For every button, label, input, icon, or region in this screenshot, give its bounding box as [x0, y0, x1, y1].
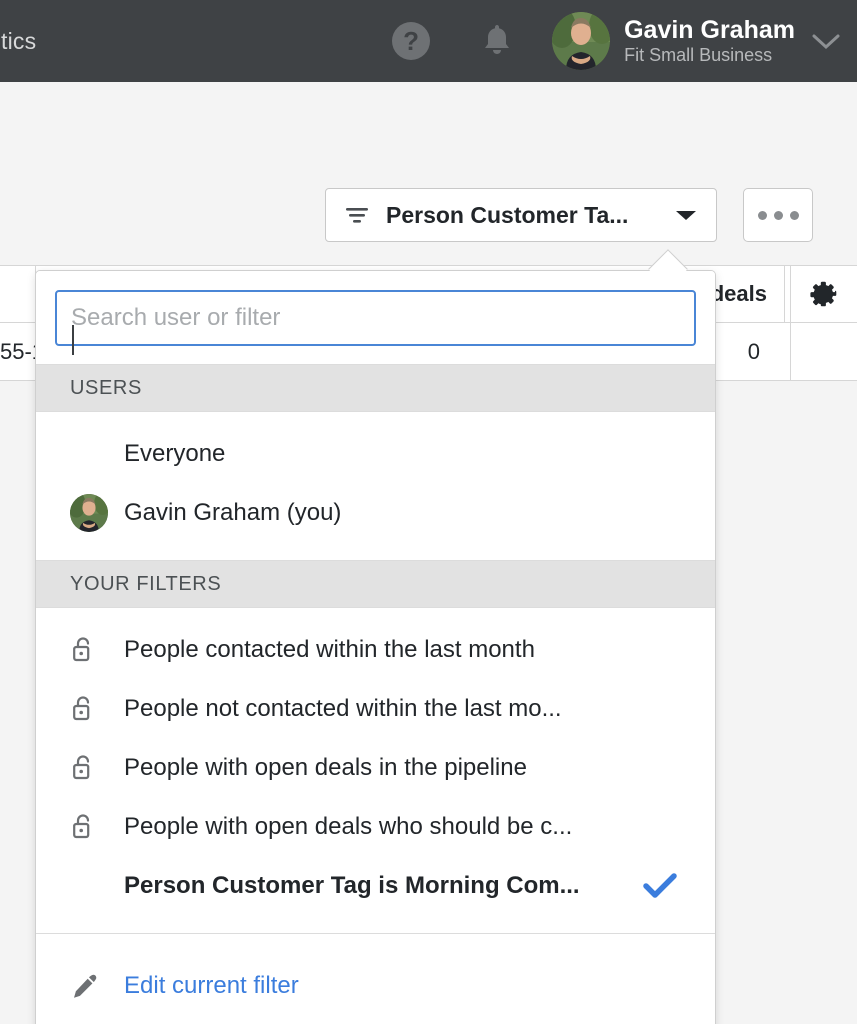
table-column-divider: [784, 266, 785, 322]
text-cursor: [72, 325, 74, 355]
dropdown-item-filter[interactable]: People with open deals in the pipeline: [36, 738, 715, 797]
filter-dropdown-panel: USERS Everyone: [35, 270, 716, 1024]
dropdown-section-header-users: USERS: [36, 364, 715, 412]
dropdown-item-current-user[interactable]: Gavin Graham (you): [36, 483, 715, 542]
unlock-icon: [73, 695, 90, 720]
table-column-divider: [790, 323, 791, 380]
chevron-down-icon[interactable]: [811, 31, 841, 51]
spacer: [36, 412, 715, 424]
search-input[interactable]: [55, 290, 696, 346]
item-icon-slot: [70, 753, 124, 783]
dropdown-actions: Edit current filter Add new filter: [36, 934, 715, 1024]
dropdown-pointer-caret: [646, 249, 690, 272]
dropdown-item-label: People contacted within the last month: [124, 635, 535, 663]
spacer: [36, 542, 715, 560]
table-settings-gear-icon[interactable]: [791, 266, 857, 322]
user-name: Gavin Graham: [624, 16, 795, 45]
dropdown-search-container: [36, 271, 715, 364]
add-new-filter-button[interactable]: Add new filter: [36, 1016, 715, 1024]
avatar: [70, 493, 108, 532]
dropdown-item-label: People not contacted within the last mo.…: [124, 694, 562, 722]
more-dot-icon: [773, 210, 783, 220]
dropdown-item-filter-selected[interactable]: Person Customer Tag is Morning Com...: [36, 856, 715, 915]
page-title-partial: istics: [0, 27, 37, 54]
table-header-deals: deals: [710, 281, 767, 306]
edit-current-filter-button[interactable]: Edit current filter: [36, 956, 715, 1016]
more-dot-icon: [757, 210, 767, 220]
dropdown-section-header-your-filters: YOUR FILTERS: [36, 560, 715, 608]
dropdown-item-label: Everyone: [124, 439, 226, 467]
filter-selector-label: Person Customer Ta...: [386, 201, 629, 228]
help-icon[interactable]: ?: [392, 22, 431, 60]
checkmark-icon: [643, 872, 677, 900]
table-cell-deals: 0: [747, 338, 760, 364]
user-info-block[interactable]: Gavin Graham Fit Small Business: [624, 16, 795, 65]
unlock-icon: [73, 813, 90, 838]
user-organization: Fit Small Business: [624, 45, 773, 66]
app-root: istics ?: [0, 0, 857, 1024]
dropdown-item-filter[interactable]: People contacted within the last month: [36, 620, 715, 679]
spacer: [36, 608, 715, 620]
unlock-icon: [73, 754, 90, 779]
filter-selector-button[interactable]: Person Customer Ta...: [325, 188, 717, 242]
edit-current-filter-label: Edit current filter: [124, 972, 299, 999]
more-options-button[interactable]: [743, 188, 813, 242]
dropdown-item-everyone[interactable]: Everyone: [36, 424, 715, 483]
item-icon-slot: [70, 493, 124, 532]
dropdown-item-filter[interactable]: People not contacted within the last mo.…: [36, 679, 715, 738]
dropdown-item-label: People with open deals in the pipeline: [124, 753, 527, 781]
avatar[interactable]: [552, 12, 611, 70]
more-dot-icon: [789, 210, 799, 220]
notifications-bell-icon[interactable]: [480, 22, 514, 60]
item-icon-slot: [70, 971, 124, 1001]
help-icon-glyph: ?: [403, 25, 420, 56]
topbar-right-group: ? Gavin Graham Fit Small Business: [392, 0, 857, 82]
dropdown-item-label: Person Customer Tag is Morning Com...: [124, 871, 580, 899]
page-body: deals 55-1 0 Person Customer Ta... Searc…: [0, 82, 857, 1024]
dropdown-item-filter[interactable]: People with open deals who should be c..…: [36, 797, 715, 856]
filter-icon: [344, 205, 370, 225]
pencil-icon: [74, 974, 97, 998]
item-icon-slot: [70, 635, 124, 665]
dropdown-item-label: Gavin Graham (you): [124, 498, 342, 526]
item-icon-slot: [70, 812, 124, 842]
item-icon-slot: [70, 694, 124, 724]
dropdown-item-label: People with open deals who should be c..…: [124, 812, 573, 840]
chevron-down-icon: [674, 207, 698, 223]
top-navigation-bar: istics ?: [0, 0, 857, 82]
unlock-icon: [73, 636, 90, 661]
